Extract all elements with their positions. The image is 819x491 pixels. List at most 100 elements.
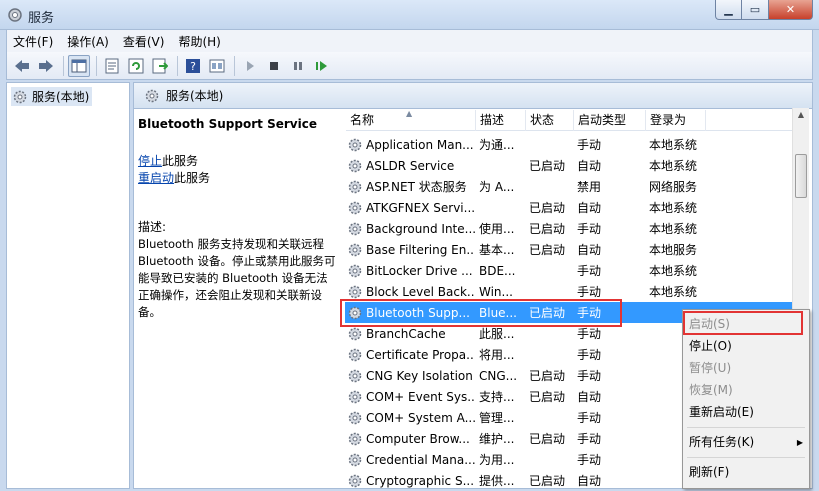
show-tree-button[interactable]	[68, 54, 90, 77]
title-bar: 服务 ▁ ▭ ✕	[0, 0, 819, 30]
cell-name: Bluetooth Supp...	[345, 305, 475, 321]
cell-description: CNG...	[479, 368, 518, 383]
cell-name: Credential Mana...	[345, 452, 475, 468]
cell-logon: 本地系统	[649, 138, 698, 152]
service-gear-icon	[348, 243, 362, 256]
menu-action[interactable]: 操作(A)	[67, 33, 109, 50]
cell-startup-type: 手动	[577, 453, 602, 467]
service-gear-icon	[348, 264, 362, 277]
cell-startup-type: 手动	[577, 369, 602, 383]
service-gear-icon	[348, 306, 362, 319]
table-row[interactable]: Block Level Back... Win... 手动 本地系统	[345, 281, 793, 302]
extended-description-pane: Bluetooth Support Service 停止此服务 重启动此服务 描…	[138, 117, 338, 321]
context-menu-pause[interactable]: 暂停(U)	[689, 358, 731, 378]
cell-description: 此服...	[479, 327, 515, 341]
column-header-startup-type[interactable]: 启动类型	[574, 110, 646, 131]
restart-action: 重启动此服务	[138, 170, 338, 187]
service-name-text: CNG Key Isolation	[366, 368, 473, 383]
column-header-logon[interactable]: 登录为	[646, 110, 706, 131]
close-button[interactable]: ✕	[769, 0, 813, 20]
properties-button[interactable]	[101, 55, 123, 77]
toolbar-separator	[96, 55, 97, 76]
table-row[interactable]: ATKGFNEX Servi... 已启动 自动 本地系统	[345, 197, 793, 218]
table-row[interactable]: BitLocker Drive ... BDE... 手动 本地系统	[345, 260, 793, 281]
back-button[interactable]	[11, 55, 33, 77]
stop-link[interactable]: 停止	[138, 154, 162, 168]
cell-status: 已启动	[529, 159, 566, 173]
cell-startup-type: 自动	[577, 201, 602, 215]
restart-suffix: 此服务	[174, 171, 211, 185]
context-menu-all-tasks[interactable]: 所有任务(K)	[689, 432, 754, 452]
start-service-button[interactable]	[239, 55, 261, 77]
cell-startup-type: 手动	[577, 138, 602, 152]
cell-startup-type: 手动	[577, 327, 602, 341]
properties-icon	[105, 58, 119, 73]
main-header-title: 服务(本地)	[166, 89, 224, 103]
table-row[interactable]: Base Filtering En... 基本... 已启动 自动 本地服务	[345, 239, 793, 260]
console-button[interactable]	[206, 55, 228, 77]
service-gear-icon	[348, 390, 362, 403]
table-row[interactable]: ASLDR Service 已启动 自动 本地系统	[345, 155, 793, 176]
cell-name: Cryptographic S...	[345, 473, 475, 489]
refresh-button[interactable]	[125, 55, 147, 77]
service-gear-icon	[348, 453, 362, 466]
cell-description: 管理...	[479, 411, 515, 425]
cell-description: Blue...	[479, 305, 517, 320]
export-button[interactable]	[149, 55, 171, 77]
restart-link[interactable]: 重启动	[138, 171, 174, 185]
minimize-button[interactable]: ▁	[715, 0, 742, 20]
table-row[interactable]: Background Inte... 使用... 已启动 手动 本地系统	[345, 218, 793, 239]
service-name-text: Application Man...	[366, 137, 474, 152]
list-header: ▲ 名称 描述 状态 启动类型 登录为	[346, 109, 794, 131]
toolbar-separator	[177, 55, 178, 76]
play-icon	[247, 60, 254, 71]
scrollbar-thumb[interactable]	[795, 154, 807, 198]
column-header-description[interactable]: 描述	[476, 110, 526, 131]
service-gear-icon	[348, 285, 362, 298]
service-gear-icon	[348, 369, 362, 382]
maximize-button[interactable]: ▭	[742, 0, 769, 20]
pause-service-button[interactable]	[287, 55, 309, 77]
table-row[interactable]: Application Man... 为通... 手动 本地系统	[345, 134, 793, 155]
menu-help[interactable]: 帮助(H)	[178, 33, 220, 50]
table-row[interactable]: ASP.NET 状态服务为 A... 禁用 网络服务	[345, 176, 793, 197]
cell-name: CNG Key Isolation	[345, 368, 475, 384]
cell-description: 提供...	[479, 474, 515, 488]
cell-description: 为 A...	[479, 180, 515, 194]
service-gear-icon	[348, 327, 362, 340]
menu-file[interactable]: 文件(F)	[13, 33, 53, 50]
service-name-text: Cryptographic S...	[366, 473, 475, 488]
cell-description: 维护...	[479, 432, 515, 446]
stop-service-button[interactable]	[263, 55, 285, 77]
forward-button[interactable]	[35, 55, 57, 77]
console-icon	[209, 59, 225, 72]
tree-item-services-local[interactable]: 服务(本地)	[11, 87, 93, 106]
column-header-status[interactable]: 状态	[526, 110, 574, 131]
context-menu-refresh[interactable]: 刷新(F)	[689, 462, 729, 482]
service-gear-icon	[348, 474, 362, 487]
toolbar-separator	[63, 55, 64, 76]
cell-name: Base Filtering En...	[345, 242, 475, 258]
stop-action: 停止此服务	[138, 153, 338, 170]
column-header-name[interactable]: ▲ 名称	[346, 109, 476, 131]
scroll-up-arrow-icon[interactable]: ▲	[793, 110, 809, 124]
context-menu-separator	[687, 427, 805, 428]
cell-status: 已启动	[529, 243, 566, 257]
service-gear-icon	[348, 180, 362, 193]
help-button[interactable]: ?	[182, 55, 204, 77]
stop-icon	[270, 61, 278, 70]
cell-description: 将用...	[479, 348, 515, 362]
sort-arrow-icon: ▲	[406, 109, 413, 118]
cell-description: BDE...	[479, 263, 516, 278]
cell-status: 已启动	[529, 474, 566, 488]
cell-name: COM+ Event Sys...	[345, 389, 475, 405]
service-name-text: Background Inte...	[366, 221, 475, 236]
tree-item-label: 服务(本地)	[32, 90, 90, 104]
context-menu-stop[interactable]: 停止(O)	[689, 336, 732, 356]
context-menu-resume[interactable]: 恢复(M)	[689, 380, 733, 400]
restart-service-button[interactable]	[311, 55, 333, 77]
menu-view[interactable]: 查看(V)	[123, 33, 165, 50]
cell-name: ASP.NET 状态服务	[345, 178, 475, 195]
context-menu-restart[interactable]: 重新启动(E)	[689, 402, 754, 422]
export-icon	[152, 58, 168, 73]
